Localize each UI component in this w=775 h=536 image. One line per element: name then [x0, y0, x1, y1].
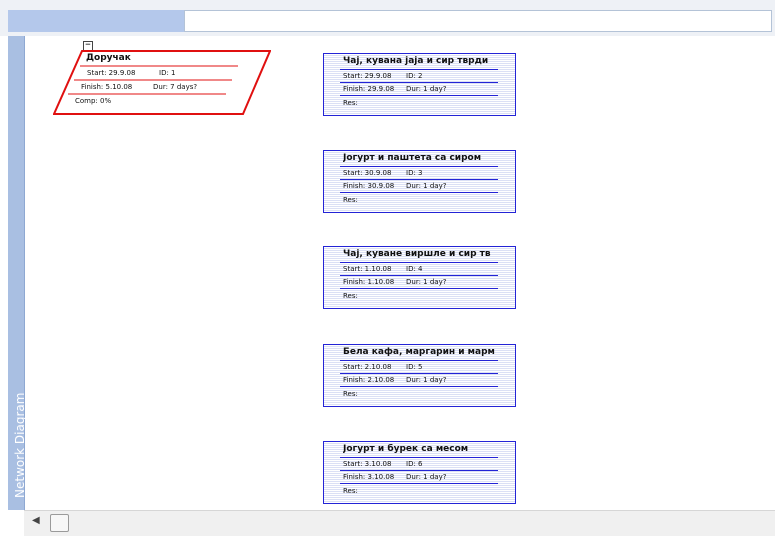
task-title: Чај, кувана јаја и сир тврди — [343, 56, 489, 66]
summary-id: ID: 1 — [159, 69, 176, 77]
summary-start: Start: 29.9.08 — [87, 69, 136, 77]
divider — [340, 192, 498, 193]
divider — [340, 373, 498, 374]
divider — [340, 69, 498, 70]
divider — [340, 166, 498, 167]
summary-duration: Dur: 7 days? — [153, 83, 198, 91]
task-title: Јогурт и бурек са месом — [343, 444, 469, 454]
task-finish: Finish: 29.9.08 — [343, 85, 395, 93]
divider — [340, 360, 498, 361]
task-title: Чај, куване виршле и сир тв — [343, 249, 491, 259]
task-title: Јогурт и паштета са сиром — [343, 153, 482, 163]
view-bar[interactable]: Network Diagram — [8, 36, 27, 510]
task-id: ID: 2 — [406, 72, 423, 80]
summary-complete: Comp: 0% — [75, 97, 112, 105]
divider — [340, 82, 498, 83]
divider — [340, 470, 498, 471]
task-start: Start: 1.10.08 — [343, 265, 392, 273]
task-duration: Dur: 1 day? — [406, 182, 447, 190]
summary-finish: Finish: 5.10.08 — [81, 83, 133, 91]
task-finish: Finish: 1.10.08 — [343, 278, 395, 286]
task-node[interactable]: Чај, кувана јаја и сир тврди Start: 29.9… — [323, 53, 516, 116]
divider — [340, 179, 498, 180]
task-duration: Dur: 1 day? — [406, 376, 447, 384]
task-finish: Finish: 2.10.08 — [343, 376, 395, 384]
task-resources: Res: — [343, 292, 358, 300]
task-start: Start: 30.9.08 — [343, 169, 392, 177]
task-duration: Dur: 1 day? — [406, 278, 447, 286]
summary-task-node[interactable]: Доручак Start: 29.9.08 ID: 1 Finish: 5.1… — [53, 50, 271, 115]
header-field[interactable] — [184, 10, 772, 32]
task-resources: Res: — [343, 99, 358, 107]
task-title: Бела кафа, маргарин и марм — [343, 347, 495, 357]
horizontal-scrollbar[interactable]: ◀ — [24, 510, 775, 536]
task-id: ID: 5 — [406, 363, 423, 371]
task-id: ID: 4 — [406, 265, 423, 273]
divider — [340, 483, 498, 484]
task-duration: Dur: 1 day? — [406, 473, 447, 481]
divider — [340, 95, 498, 96]
task-finish: Finish: 3.10.08 — [343, 473, 395, 481]
top-strip — [0, 0, 775, 36]
task-start: Start: 2.10.08 — [343, 363, 392, 371]
divider — [340, 288, 498, 289]
summary-title: Доручак — [86, 53, 131, 63]
task-resources: Res: — [343, 390, 358, 398]
task-id: ID: 3 — [406, 169, 423, 177]
task-id: ID: 6 — [406, 460, 423, 468]
task-start: Start: 29.9.08 — [343, 72, 392, 80]
task-node[interactable]: Чај, куване виршле и сир тв Start: 1.10.… — [323, 246, 516, 309]
scroll-left-arrow-icon[interactable]: ◀ — [32, 515, 40, 526]
task-resources: Res: — [343, 487, 358, 495]
task-finish: Finish: 30.9.08 — [343, 182, 395, 190]
divider — [340, 275, 498, 276]
task-resources: Res: — [343, 196, 358, 204]
task-start: Start: 3.10.08 — [343, 460, 392, 468]
task-node[interactable]: Јогурт и паштета са сиром Start: 30.9.08… — [323, 150, 516, 213]
scrollbar-thumb[interactable] — [50, 514, 69, 532]
divider — [340, 386, 498, 387]
task-node[interactable]: Бела кафа, маргарин и марм Start: 2.10.0… — [323, 344, 516, 407]
divider — [340, 457, 498, 458]
task-duration: Dur: 1 day? — [406, 85, 447, 93]
task-node[interactable]: Јогурт и бурек са месом Start: 3.10.08 I… — [323, 441, 516, 504]
view-tab[interactable] — [8, 10, 184, 32]
divider — [340, 262, 498, 263]
